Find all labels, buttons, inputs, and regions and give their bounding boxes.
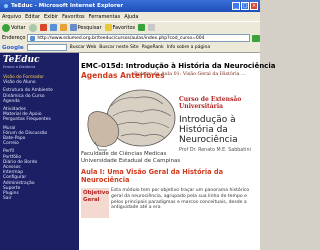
title-bar: TeEduc - Microsoft Internet Explorer _ □…	[0, 0, 260, 12]
google-search-input[interactable]	[26, 44, 67, 51]
address-url: http://www.edumed.org.br/teeduc/cursos/a…	[37, 35, 205, 41]
sidebar-item[interactable]: Perguntas Frequentes	[3, 117, 79, 122]
objective-label: Objetivo Geral	[81, 188, 109, 218]
google-logo[interactable]: Google	[2, 45, 24, 51]
refresh-icon[interactable]	[49, 24, 57, 31]
menu-arquivo[interactable]: Arquivo	[2, 14, 21, 20]
sidebar-nav: Visão do Formador Visão do Aluno Estrutura…	[0, 75, 79, 201]
menu-ferramentas[interactable]: Ferramentas	[89, 14, 121, 20]
media-icon[interactable]	[138, 24, 146, 31]
go-button[interactable]	[252, 34, 260, 42]
professor-name: Prof Dr. Renato M.E. Sabbatini	[179, 148, 251, 153]
back-button[interactable]: Voltar	[2, 23, 26, 32]
course-code-title: EMC-015d: Introdução à História da Neuro…	[81, 62, 276, 70]
logo-text: TeEduc	[3, 55, 40, 65]
forward-arrow-icon[interactable]	[28, 23, 37, 32]
maximize-button[interactable]: □	[241, 2, 249, 10]
favorites-button[interactable]: Favoritos	[104, 24, 136, 31]
menu-bar: Arquivo Editar Exibir Favoritos Ferramen…	[0, 12, 260, 21]
ie-icon	[3, 3, 9, 9]
search-icon	[69, 24, 77, 31]
address-bar: Endereço http://www.edumed.org.br/teeduc…	[0, 33, 260, 43]
home-icon[interactable]	[59, 24, 67, 31]
search-site-button[interactable]: Buscar neste Site	[99, 45, 138, 50]
course-info: Curso de Extensão Universitária Introduç…	[179, 96, 259, 154]
toolbar: Voltar Pesquisar Favoritos	[0, 21, 260, 33]
sidebar: TeEduc Ensino a Distância Visão do Forma…	[0, 53, 79, 250]
minimize-button[interactable]: _	[232, 2, 240, 10]
sidebar-item[interactable]: Sair	[3, 196, 79, 201]
menu-editar[interactable]: Editar	[25, 14, 40, 20]
page-icon	[30, 35, 36, 41]
teeduc-logo: TeEduc Ensino a Distância	[0, 53, 79, 75]
sidebar-item[interactable]: Visão do Aluno	[3, 80, 79, 85]
search-label: Pesquisar	[77, 24, 102, 31]
course-title: Introdução à História da Neurociência	[179, 115, 238, 145]
sidebar-item[interactable]: Correio	[3, 141, 79, 146]
main-content: EMC-015d: Introdução à História da Neuro…	[79, 53, 275, 250]
sidebar-item[interactable]: Agenda	[3, 99, 79, 104]
page-info-button[interactable]: Info sobre a página	[167, 45, 210, 50]
roteiro-subtitle: - Roteiro da Aula 01: Visão Geral da His…	[131, 72, 246, 77]
menu-ajuda[interactable]: Ajuda	[124, 14, 138, 20]
brain-illustration	[87, 89, 176, 151]
close-button[interactable]: ×	[250, 2, 258, 10]
search-button[interactable]: Pesquisar	[69, 24, 102, 31]
star-icon	[104, 24, 112, 31]
stop-icon[interactable]	[39, 24, 47, 31]
window-title: TeEduc - Microsoft Internet Explorer	[11, 3, 124, 9]
page-content: TeEduc Ensino a Distância Visão do Forma…	[0, 53, 275, 250]
favorites-label: Favoritos	[112, 24, 136, 31]
objective-text: Esta módulo tem por objetivo traçar um p…	[111, 188, 250, 211]
back-label: Voltar	[11, 24, 26, 31]
address-input[interactable]: http://www.edumed.org.br/teeduc/cursos/a…	[27, 34, 250, 42]
faculty-info: Faculdade de Ciências Medicas Universida…	[81, 151, 180, 164]
faculty-name: Faculdade de Ciências Medicas	[81, 151, 167, 157]
menu-favoritos[interactable]: Favoritos	[62, 14, 85, 20]
pagerank-button[interactable]: PageRank	[142, 45, 164, 50]
google-toolbar: Google Buscar Web Buscar neste Site Page…	[0, 43, 260, 53]
lesson-title: Aula I: Uma Visão Geral da História da N…	[81, 168, 224, 184]
course-extension-label: Curso de Extensão Universitária	[179, 96, 242, 110]
logo-subtitle: Ensino a Distância	[3, 65, 36, 69]
university-name: Universidade Estadual de Campinas	[81, 157, 181, 164]
search-web-button[interactable]: Buscar Web	[70, 45, 97, 50]
menu-exibir[interactable]: Exibir	[44, 14, 58, 20]
address-label: Endereço	[2, 35, 26, 41]
back-arrow-icon	[2, 23, 10, 32]
mail-icon[interactable]	[148, 24, 156, 31]
